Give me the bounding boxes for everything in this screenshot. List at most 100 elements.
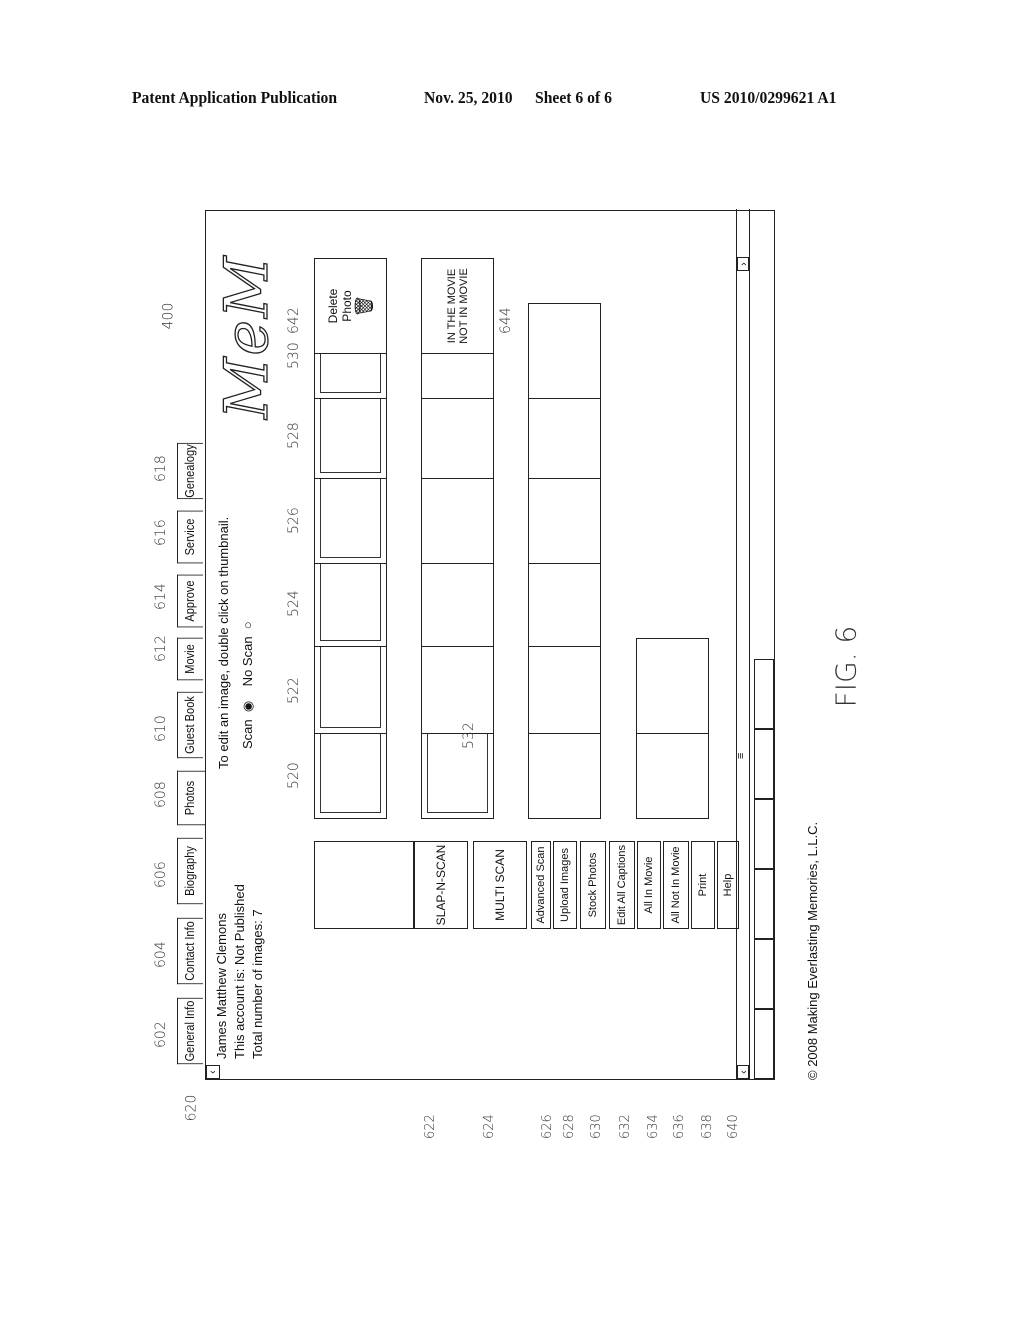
edit-instruction: To edit an image, double click on thumbn… bbox=[216, 516, 231, 769]
delete-photo-label: Delete bbox=[326, 288, 340, 324]
upload-images-button[interactable]: Upload Images bbox=[553, 841, 577, 929]
horizontal-scrollbar[interactable]: ‹ ≡ › bbox=[735, 209, 750, 1079]
status-bar-cell bbox=[754, 729, 774, 799]
scroll-down-icon[interactable]: ‹ bbox=[737, 1065, 750, 1079]
photo-image bbox=[427, 729, 488, 813]
photo-thumbnail[interactable] bbox=[314, 723, 387, 819]
tab-genealogy[interactable]: Genealogy bbox=[177, 442, 203, 500]
empty-thumbnail-slot[interactable] bbox=[528, 468, 601, 564]
ref-644: 644 bbox=[498, 307, 514, 334]
all-in-movie-button[interactable]: All In Movie bbox=[637, 841, 661, 929]
ref-530: 530 bbox=[286, 342, 302, 369]
empty-thumbnail-slot[interactable] bbox=[528, 638, 601, 734]
multi-scan-button[interactable]: MULTI SCAN bbox=[473, 841, 527, 929]
ref-620: 620 bbox=[183, 1094, 200, 1122]
figure-6: General Info 602 Contact Info 604 Biography 6… bbox=[153, 209, 820, 1139]
tab-movie[interactable]: Movie bbox=[177, 637, 203, 681]
ref-604: 604 bbox=[153, 941, 169, 968]
advanced-scan-button[interactable]: Advanced Scan bbox=[531, 841, 551, 929]
empty-thumbnail-slot[interactable] bbox=[421, 551, 494, 647]
photo-thumbnail[interactable] bbox=[421, 723, 494, 819]
no-scan-radio-icon[interactable]: ○ bbox=[240, 621, 255, 632]
ref-624: 624 bbox=[482, 1114, 497, 1139]
ref-602: 602 bbox=[153, 1021, 169, 1048]
ref-610: 610 bbox=[153, 715, 169, 742]
scan-radio-selected-icon[interactable]: ◉ bbox=[240, 690, 255, 716]
not-in-movie-label: NOT IN MOVIE bbox=[457, 268, 470, 344]
status-bar-cell bbox=[754, 939, 774, 1009]
mem-logo: MeM bbox=[211, 254, 282, 420]
scroll-left-icon[interactable]: ‹ bbox=[206, 1065, 220, 1079]
ref-630: 630 bbox=[589, 1114, 604, 1139]
publication-date: Nov. 25, 2010 bbox=[424, 88, 513, 107]
ref-642: 642 bbox=[286, 307, 302, 334]
ref-640: 640 bbox=[726, 1114, 741, 1139]
ref-632: 632 bbox=[618, 1114, 633, 1139]
image-count: Total number of images: 7 bbox=[250, 909, 265, 1059]
ref-616: 616 bbox=[153, 519, 169, 546]
tab-photos[interactable]: Photos bbox=[177, 770, 206, 826]
account-status: This account is: Not Published bbox=[232, 884, 247, 1059]
trash-icon: 🗑 bbox=[354, 294, 374, 318]
preview-box bbox=[314, 841, 414, 929]
ref-618: 618 bbox=[153, 455, 169, 482]
tab-general-info[interactable]: General Info bbox=[177, 997, 203, 1065]
tab-guest-book[interactable]: Guest Book bbox=[177, 691, 203, 759]
delete-photo-label-2: Photo bbox=[340, 290, 354, 322]
photo-image bbox=[320, 729, 381, 813]
status-bar-cell bbox=[754, 1009, 774, 1079]
app-window: ‹ James Matthew Clemons This account is:… bbox=[205, 209, 775, 1139]
ref-520: 520 bbox=[286, 762, 302, 789]
ref-636: 636 bbox=[672, 1114, 687, 1139]
copyright-footer: © 2008 Making Everlasting Memories, L.L.… bbox=[805, 821, 820, 1080]
scroll-grip-icon[interactable]: ≡ bbox=[735, 753, 747, 759]
stock-photos-button[interactable]: Stock Photos bbox=[580, 841, 606, 929]
ref-606: 606 bbox=[153, 861, 169, 888]
photo-image bbox=[320, 474, 381, 558]
ref-524: 524 bbox=[286, 590, 302, 617]
scan-radio-group[interactable]: Scan ◉ No Scan ○ bbox=[240, 621, 256, 749]
ref-614: 614 bbox=[153, 583, 169, 610]
status-bar-cell bbox=[754, 659, 774, 729]
empty-thumbnail-slot[interactable] bbox=[528, 723, 601, 819]
scan-label: Scan bbox=[240, 719, 255, 749]
figure-caption: FIG. 6 bbox=[829, 625, 863, 708]
photo-thumbnail[interactable] bbox=[314, 638, 387, 734]
scroll-up-icon[interactable]: › bbox=[737, 257, 750, 271]
empty-thumbnail-slot[interactable] bbox=[528, 303, 601, 399]
tab-approve[interactable]: Approve bbox=[177, 574, 203, 628]
delete-photo-button[interactable]: Delete Photo 🗑 bbox=[314, 258, 387, 354]
movie-toggle-button[interactable]: IN THE MOVIE NOT IN MOVIE bbox=[421, 258, 494, 354]
all-not-in-movie-button[interactable]: All Not In Movie bbox=[663, 841, 689, 929]
no-scan-label: No Scan bbox=[240, 636, 255, 687]
account-name: James Matthew Clemons bbox=[214, 913, 229, 1059]
empty-thumbnail-slot[interactable] bbox=[421, 638, 494, 734]
publication-label: Patent Application Publication bbox=[132, 88, 338, 107]
print-button[interactable]: Print bbox=[691, 841, 715, 929]
tab-contact-info[interactable]: Contact Info bbox=[177, 917, 203, 985]
empty-thumbnail-slot[interactable] bbox=[636, 638, 709, 734]
ref-638: 638 bbox=[700, 1114, 715, 1139]
empty-thumbnail-slot[interactable] bbox=[528, 551, 601, 647]
sheet-number: Sheet 6 of 6 bbox=[535, 88, 612, 107]
ref-634: 634 bbox=[646, 1114, 661, 1139]
empty-thumbnail-slot[interactable] bbox=[636, 723, 709, 819]
ref-622: 622 bbox=[423, 1114, 438, 1139]
tab-service[interactable]: Service bbox=[177, 510, 203, 564]
slap-n-scan-button[interactable]: SLAP-N-SCAN bbox=[414, 841, 468, 929]
ref-608: 608 bbox=[153, 781, 169, 808]
photo-image bbox=[320, 389, 381, 473]
photo-image bbox=[320, 644, 381, 728]
ref-532: 532 bbox=[461, 722, 477, 749]
tab-biography[interactable]: Biography bbox=[177, 837, 203, 905]
in-movie-label: IN THE MOVIE bbox=[445, 268, 458, 344]
status-bar-cell bbox=[754, 869, 774, 939]
ref-628: 628 bbox=[562, 1114, 577, 1139]
edit-all-captions-button[interactable]: Edit All Captions bbox=[609, 841, 635, 929]
status-bar bbox=[754, 209, 774, 1079]
photo-thumbnail[interactable] bbox=[314, 468, 387, 564]
empty-thumbnail-slot[interactable] bbox=[421, 468, 494, 564]
photo-thumbnail[interactable] bbox=[314, 551, 387, 647]
ref-528: 528 bbox=[286, 422, 302, 449]
ref-522: 522 bbox=[286, 677, 302, 704]
